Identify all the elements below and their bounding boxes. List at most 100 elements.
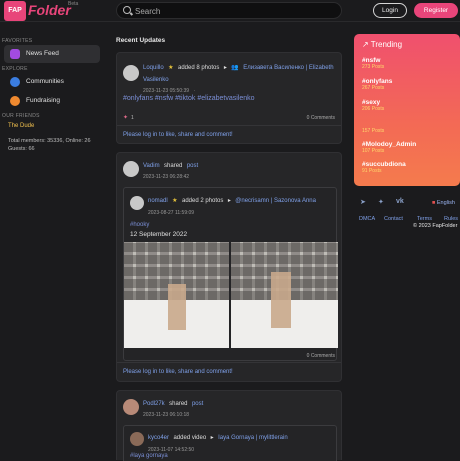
telegram-icon[interactable]: ➤ <box>360 198 366 206</box>
trending-item[interactable]: #onlyfans 267 Posts <box>362 78 392 91</box>
flag-icon: ■ <box>432 200 436 206</box>
shared-post-timestamp[interactable]: 2023-11-07 14:52:50 <box>148 447 194 453</box>
post-card: Loquillo ★ added 8 photos ▸ 👥 Елизавета … <box>116 52 342 144</box>
shared-post-action: added 2 photos <box>181 198 224 204</box>
shared-post-target[interactable]: @necrisamn | Sazonova Anna <box>235 198 316 204</box>
trending-title-text: Trending <box>370 40 403 49</box>
site-stats: Total members: 35336, Online: 26 Guests:… <box>8 138 91 152</box>
copyright: © 2023 FapFolder <box>413 223 458 229</box>
avatar[interactable] <box>123 399 139 415</box>
trending-count: 107 Posts <box>362 148 385 154</box>
shared-post-action: added video <box>173 435 207 441</box>
trending-title: ↗ Trending <box>362 40 402 49</box>
sidebar-item-news-feed[interactable]: News Feed <box>4 45 100 63</box>
post-hashtags[interactable]: #onlyfans #nsfw #tiktok #elizabetvasilen… <box>123 95 255 102</box>
friend-link[interactable]: The Dude <box>0 119 104 135</box>
shared-post-author[interactable]: kyco4er <box>148 435 169 441</box>
shared-post-target[interactable]: Iaya Gornaya | mylittlerain <box>218 435 288 441</box>
news-feed-icon <box>10 49 20 59</box>
shared-post-header: nomadl ★ added 2 photos ▸ @necrisamn | S… <box>148 194 334 217</box>
trending-item[interactable]: #sexy 206 Posts <box>362 99 384 112</box>
login-button[interactable]: Login <box>373 3 407 18</box>
sidebar-item-fundraising[interactable]: Fundraising <box>4 92 100 110</box>
shared-object-link[interactable]: post <box>187 163 198 169</box>
divider <box>117 362 341 363</box>
login-prompt[interactable]: Please log in to like, share and comment… <box>123 369 233 375</box>
trending-tag: #nsfw <box>362 57 381 64</box>
comments-count[interactable]: 0 Comments <box>307 115 335 121</box>
search-icon <box>123 6 131 14</box>
post-author[interactable]: Loquillo <box>143 65 164 71</box>
vk-icon[interactable]: vk <box>396 198 404 205</box>
post-timestamp[interactable]: 2023-11-23 06:28:42 <box>143 174 189 180</box>
shared-post-timestamp[interactable]: 2023-08-27 11:59:09 <box>148 210 194 216</box>
like-count: 1 <box>131 115 134 121</box>
explore-heading: EXPLORE <box>2 66 28 72</box>
trending-tag: #onlyfans <box>362 78 393 85</box>
avatar[interactable] <box>130 432 144 446</box>
beta-badge: Beta <box>68 1 79 7</box>
trending-count: 267 Posts <box>362 85 385 91</box>
censor-blur <box>168 284 186 330</box>
site-logo[interactable]: FAP Folder Beta <box>4 1 80 21</box>
trending-tag: #Molodoy_Admin <box>362 141 417 148</box>
footer-link-dmca[interactable]: DMCA <box>359 216 375 222</box>
arrow-icon: ▸ <box>223 65 227 71</box>
avatar[interactable] <box>123 161 139 177</box>
shared-object-link[interactable]: post <box>192 401 203 407</box>
shared-post[interactable]: nomadl ★ added 2 photos ▸ @necrisamn | S… <box>123 187 338 361</box>
trending-item[interactable]: 157 Posts <box>362 120 384 134</box>
post-author[interactable]: Podl27k <box>143 401 165 407</box>
sidebar-item-communities[interactable]: Communities <box>4 73 100 91</box>
favorites-heading: FAVORITES <box>2 38 33 44</box>
trending-count: 91 Posts <box>362 168 382 174</box>
trending-count: 206 Posts <box>362 106 385 112</box>
shared-post[interactable]: kyco4er added video ▸ Iaya Gornaya | myl… <box>123 425 337 461</box>
trending-panel: ↗ Trending #nsfw 273 Posts #onlyfans 267… <box>354 34 460 186</box>
trending-tag: #succubdiona <box>362 161 406 168</box>
sidebar-item-label: News Feed <box>26 50 59 57</box>
avatar[interactable] <box>130 196 144 210</box>
post-card: Vadim shared post 2023-11-23 06:28:42 no… <box>116 152 342 382</box>
language-label: English <box>436 200 455 206</box>
login-prompt[interactable]: Please log in to like, share and comment… <box>123 132 233 138</box>
post-action: shared <box>169 401 188 407</box>
post-timestamp[interactable]: 2023-11-23 05:50:39 <box>143 88 189 94</box>
censor-blur <box>271 272 291 328</box>
trending-item[interactable]: #Molodoy_Admin 107 Posts <box>362 141 416 154</box>
shared-post-hashtag[interactable]: #hooky <box>130 222 149 228</box>
footer-link-contact[interactable]: Contact <box>384 216 403 222</box>
search-input[interactable] <box>135 4 335 18</box>
footer-link-terms[interactable]: Terms <box>417 216 432 222</box>
search-bar[interactable] <box>116 2 342 19</box>
feed-title: Recent Updates <box>116 37 166 44</box>
trending-tag: #sexy <box>362 99 381 106</box>
shared-post-hashtag[interactable]: #laya gornaya <box>130 453 168 459</box>
group-icon: 👥 <box>231 65 239 71</box>
avatar[interactable] <box>123 65 139 81</box>
post-header: Loquillo ★ added 8 photos ▸ 👥 Елизавета … <box>143 61 339 96</box>
language-selector[interactable]: ■ English <box>432 200 455 206</box>
photo-thumbnail[interactable] <box>124 242 229 348</box>
trending-item[interactable]: #succubdiona 91 Posts <box>362 161 406 174</box>
shared-post-header: kyco4er added video ▸ Iaya Gornaya | myl… <box>148 431 334 454</box>
left-sidebar: FAVORITES News Feed EXPLORE Communities … <box>0 38 104 153</box>
star-icon: ★ <box>172 198 178 204</box>
shared-post-author[interactable]: nomadl <box>148 198 168 204</box>
arrow-icon: ▸ <box>210 435 214 441</box>
like-reaction-icon[interactable]: ✦ <box>123 114 128 121</box>
trending-item[interactable]: #nsfw 273 Posts <box>362 57 384 70</box>
photo-thumbnail[interactable] <box>231 242 338 348</box>
twitter-icon[interactable]: ✦ <box>378 198 384 206</box>
fundraising-icon <box>10 96 20 106</box>
top-navbar: FAP Folder Beta Login Register <box>0 0 460 22</box>
arrow-icon: ▸ <box>227 198 231 204</box>
logo-text: Folder <box>28 2 71 18</box>
comments-count[interactable]: 0 Comments <box>307 353 335 359</box>
post-timestamp[interactable]: 2023-11-23 06:10:18 <box>143 412 189 418</box>
post-author[interactable]: Vadim <box>143 163 160 169</box>
trending-count: 157 Posts <box>362 128 385 134</box>
footer-link-rules[interactable]: Rules <box>444 216 458 222</box>
post-action: added 8 photos <box>177 65 220 71</box>
register-button[interactable]: Register <box>414 3 458 18</box>
